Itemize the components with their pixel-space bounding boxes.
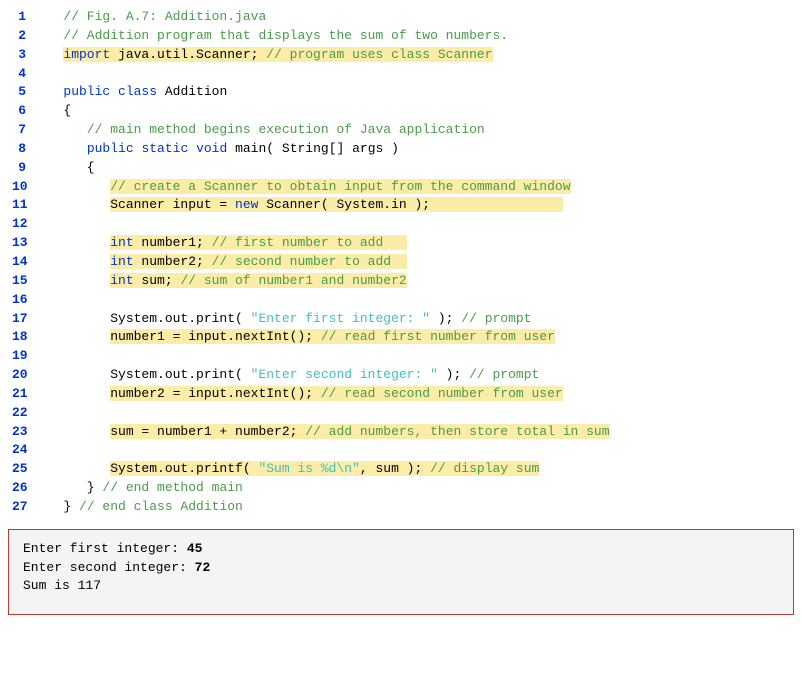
code-content xyxy=(40,404,790,423)
code-content xyxy=(40,215,790,234)
line-number: 12 xyxy=(12,215,40,234)
code-line: 16 xyxy=(12,291,790,310)
line-number: 26 xyxy=(12,479,40,498)
code-line: 22 xyxy=(12,404,790,423)
code-content xyxy=(40,65,790,84)
code-line: 12 xyxy=(12,215,790,234)
line-number: 27 xyxy=(12,498,40,517)
code-line: 4 xyxy=(12,65,790,84)
program-output: Enter first integer: 45Enter second inte… xyxy=(8,529,794,616)
line-number: 23 xyxy=(12,423,40,442)
code-line: 11 Scanner input = new Scanner( System.i… xyxy=(12,196,790,215)
line-number: 11 xyxy=(12,196,40,215)
code-content: System.out.printf( "Sum is %d\n", sum );… xyxy=(40,460,790,479)
code-line: 8 public static void main( String[] args… xyxy=(12,140,790,159)
line-number: 16 xyxy=(12,291,40,310)
code-line: 21 number2 = input.nextInt(); // read se… xyxy=(12,385,790,404)
line-number: 3 xyxy=(12,46,40,65)
code-line: 25 System.out.printf( "Sum is %d\n", sum… xyxy=(12,460,790,479)
code-content: int sum; // sum of number1 and number2 xyxy=(40,272,790,291)
code-content: // Fig. A.7: Addition.java xyxy=(40,8,790,27)
code-content: // main method begins execution of Java … xyxy=(40,121,790,140)
code-line: 20 System.out.print( "Enter second integ… xyxy=(12,366,790,385)
code-line: 2 // Addition program that displays the … xyxy=(12,27,790,46)
code-content: import java.util.Scanner; // program use… xyxy=(40,46,790,65)
code-line: 15 int sum; // sum of number1 and number… xyxy=(12,272,790,291)
code-content: int number2; // second number to add xyxy=(40,253,790,272)
code-content: number2 = input.nextInt(); // read secon… xyxy=(40,385,790,404)
output-line: Sum is 117 xyxy=(23,577,779,596)
line-number: 4 xyxy=(12,65,40,84)
code-line: 24 xyxy=(12,441,790,460)
line-number: 22 xyxy=(12,404,40,423)
code-content: int number1; // first number to add xyxy=(40,234,790,253)
code-line: 3 import java.util.Scanner; // program u… xyxy=(12,46,790,65)
code-content xyxy=(40,291,790,310)
line-number: 8 xyxy=(12,140,40,159)
code-line: 5 public class Addition xyxy=(12,83,790,102)
code-content: System.out.print( "Enter second integer:… xyxy=(40,366,790,385)
code-line: 17 System.out.print( "Enter first intege… xyxy=(12,310,790,329)
line-number: 17 xyxy=(12,310,40,329)
line-number: 1 xyxy=(12,8,40,27)
code-line: 27 } // end class Addition xyxy=(12,498,790,517)
line-number: 14 xyxy=(12,253,40,272)
line-number: 21 xyxy=(12,385,40,404)
line-number: 5 xyxy=(12,83,40,102)
code-line: 6 { xyxy=(12,102,790,121)
code-line: 10 // create a Scanner to obtain input f… xyxy=(12,178,790,197)
code-line: 13 int number1; // first number to add xyxy=(12,234,790,253)
code-content: // create a Scanner to obtain input from… xyxy=(40,178,790,197)
line-number: 20 xyxy=(12,366,40,385)
code-content: sum = number1 + number2; // add numbers,… xyxy=(40,423,790,442)
line-number: 6 xyxy=(12,102,40,121)
line-number: 7 xyxy=(12,121,40,140)
code-content: public class Addition xyxy=(40,83,790,102)
line-number: 13 xyxy=(12,234,40,253)
code-content xyxy=(40,347,790,366)
line-number: 18 xyxy=(12,328,40,347)
output-line: Enter second integer: 72 xyxy=(23,559,779,578)
line-number: 24 xyxy=(12,441,40,460)
output-line: Enter first integer: 45 xyxy=(23,540,779,559)
line-number: 9 xyxy=(12,159,40,178)
code-content: { xyxy=(40,159,790,178)
code-line: 1 // Fig. A.7: Addition.java xyxy=(12,8,790,27)
code-line: 23 sum = number1 + number2; // add numbe… xyxy=(12,423,790,442)
code-line: 19 xyxy=(12,347,790,366)
code-content: public static void main( String[] args ) xyxy=(40,140,790,159)
code-content: } // end method main xyxy=(40,479,790,498)
line-number: 19 xyxy=(12,347,40,366)
code-line: 9 { xyxy=(12,159,790,178)
code-line: 18 number1 = input.nextInt(); // read fi… xyxy=(12,328,790,347)
code-content: // Addition program that displays the su… xyxy=(40,27,790,46)
code-content: Scanner input = new Scanner( System.in )… xyxy=(40,196,790,215)
line-number: 2 xyxy=(12,27,40,46)
code-line: 26 } // end method main xyxy=(12,479,790,498)
code-content: number1 = input.nextInt(); // read first… xyxy=(40,328,790,347)
code-content: { xyxy=(40,102,790,121)
code-line: 7 // main method begins execution of Jav… xyxy=(12,121,790,140)
code-line: 14 int number2; // second number to add xyxy=(12,253,790,272)
line-number: 25 xyxy=(12,460,40,479)
code-content: System.out.print( "Enter first integer: … xyxy=(40,310,790,329)
code-content: } // end class Addition xyxy=(40,498,790,517)
code-listing: 1 // Fig. A.7: Addition.java2 // Additio… xyxy=(4,4,798,523)
code-content xyxy=(40,441,790,460)
line-number: 15 xyxy=(12,272,40,291)
line-number: 10 xyxy=(12,178,40,197)
